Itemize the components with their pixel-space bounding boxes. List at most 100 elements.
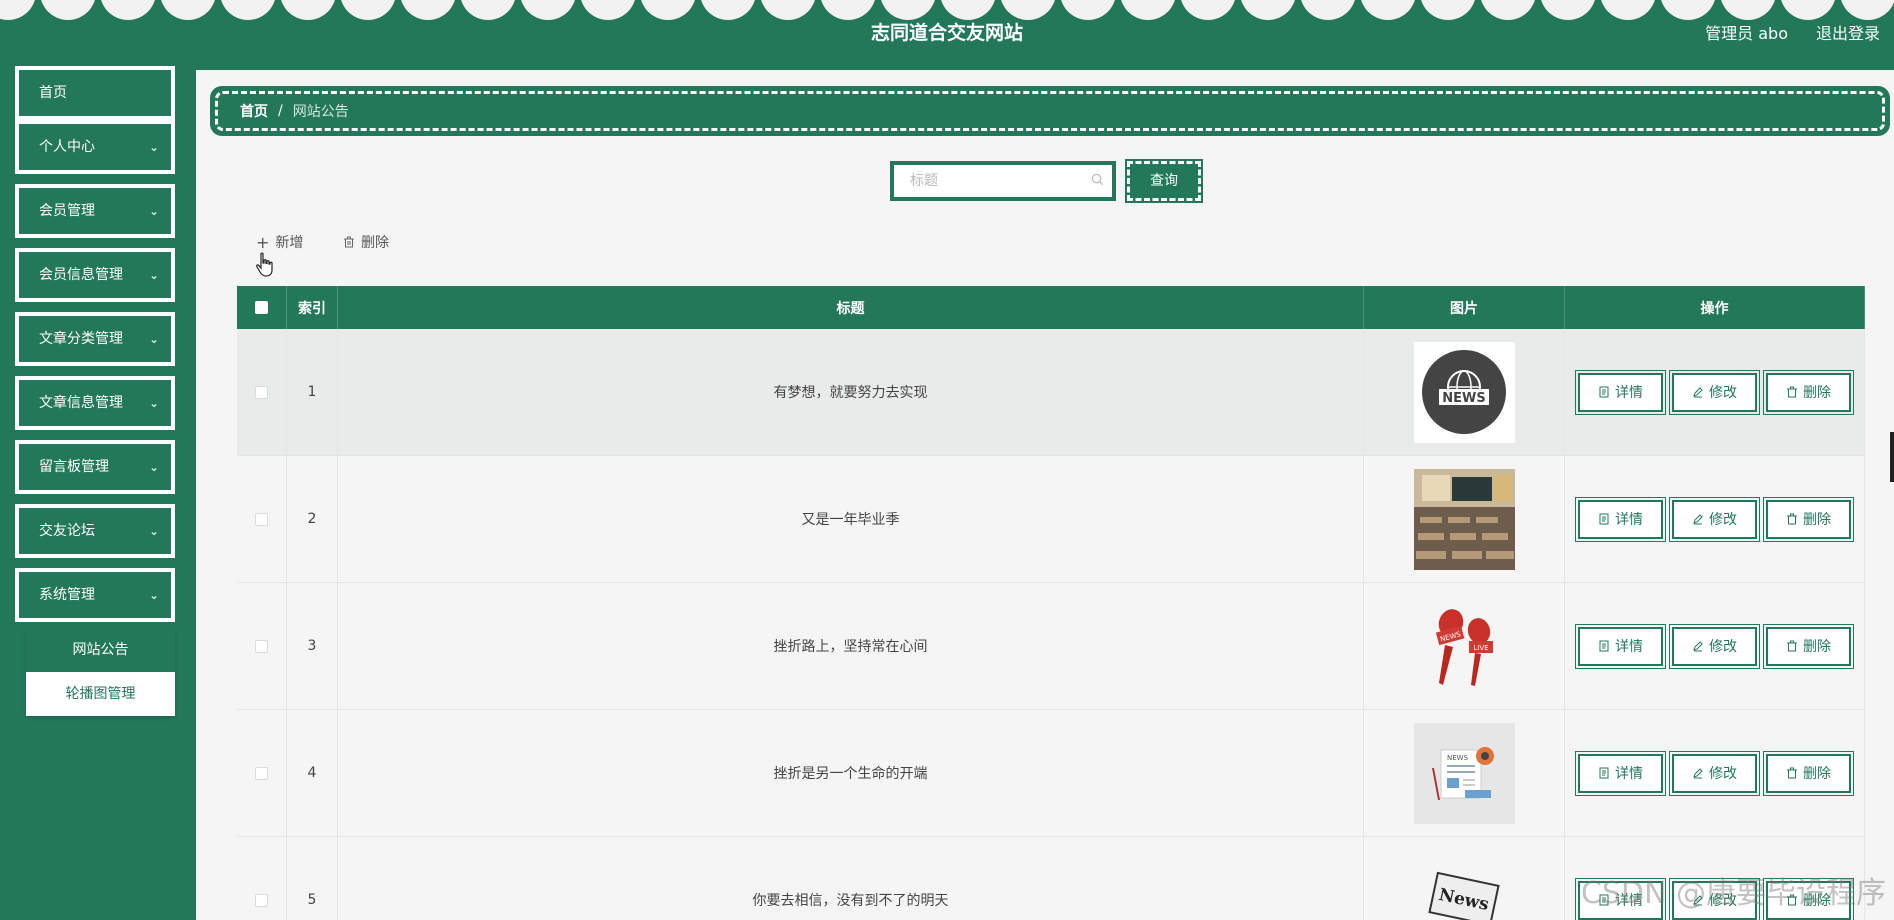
detail-button[interactable]: 详情 xyxy=(1575,623,1666,669)
row-checkbox[interactable] xyxy=(255,385,268,399)
edit-button[interactable]: 修改 xyxy=(1669,623,1760,669)
detail-button-label: 详情 xyxy=(1615,512,1643,528)
delete-button[interactable]: 删除 xyxy=(1763,750,1854,796)
pencil-icon xyxy=(1693,514,1703,525)
document-icon xyxy=(1599,640,1609,652)
row-title: 挫折路上，坚持常在心间 xyxy=(338,583,1364,709)
trash-icon xyxy=(1787,767,1797,779)
pencil-icon xyxy=(1693,387,1703,398)
header-scallop-decoration xyxy=(0,0,1894,20)
row-index: 3 xyxy=(287,583,338,709)
table-row: 2 又是一年毕业季 详情 修改 删除 xyxy=(237,456,1865,583)
top-header: 志同道合交友网站 管理员 abo 退出登录 xyxy=(0,0,1894,70)
document-icon xyxy=(1599,386,1609,398)
chevron-down-icon: ⌄ xyxy=(148,524,159,538)
breadcrumb-home-link[interactable]: 首页 xyxy=(240,101,268,121)
delete-button[interactable]: 删除 xyxy=(1763,369,1854,415)
sidebar-item-member-info-management[interactable]: 会员信息管理 ⌄ xyxy=(15,248,175,302)
delete-button-label: 删除 xyxy=(1803,639,1831,655)
sidebar-item-label: 个人中心 xyxy=(39,139,95,155)
row-checkbox[interactable] xyxy=(255,766,268,780)
edit-button[interactable]: 修改 xyxy=(1669,750,1760,796)
announcements-table: 索引 标题 图片 操作 1 有梦想，就要努力去实现 NEWS 详情 修改 删除 … xyxy=(237,286,1865,920)
detail-button-label: 详情 xyxy=(1615,639,1643,655)
detail-button-label: 详情 xyxy=(1615,385,1643,401)
delete-button[interactable]: 删除 xyxy=(1763,623,1854,669)
news-microphone-icon: NEWS LIVE xyxy=(1414,596,1515,697)
detail-button[interactable]: 详情 xyxy=(1575,496,1666,542)
sidebar-item-system-management[interactable]: 系统管理 ⌄ xyxy=(15,568,175,622)
sidebar-item-label: 会员信息管理 xyxy=(39,267,123,283)
column-header-image: 图片 xyxy=(1364,286,1565,329)
row-index: 2 xyxy=(287,456,338,582)
row-title: 挫折是另一个生命的开端 xyxy=(338,710,1364,836)
column-header-operations: 操作 xyxy=(1565,286,1865,329)
add-button[interactable]: + 新增 xyxy=(256,232,303,252)
chevron-down-icon: ⌄ xyxy=(148,332,159,346)
add-button-label: 新增 xyxy=(275,235,304,251)
trash-icon xyxy=(1787,513,1797,525)
query-button[interactable]: 查询 xyxy=(1125,159,1203,203)
delete-button-label: 删除 xyxy=(1803,385,1831,401)
column-header-index: 索引 xyxy=(287,286,338,329)
table-row: 4 挫折是另一个生命的开端 NEWS 详情 修改 删除 xyxy=(237,710,1865,837)
detail-button[interactable]: 详情 xyxy=(1575,750,1666,796)
chevron-down-icon: ⌄ xyxy=(148,396,159,410)
chevron-down-icon: ⌄ xyxy=(148,140,159,154)
delete-button[interactable]: 删除 xyxy=(1763,496,1854,542)
pencil-icon xyxy=(1693,641,1703,652)
sidebar-item-friend-forum[interactable]: 交友论坛 ⌄ xyxy=(15,504,175,558)
document-icon xyxy=(1599,513,1609,525)
sidebar-item-label: 文章信息管理 xyxy=(39,395,123,411)
edit-button[interactable]: 修改 xyxy=(1669,496,1760,542)
sidebar-item-article-category-management[interactable]: 文章分类管理 ⌄ xyxy=(15,312,175,366)
row-index: 1 xyxy=(287,329,338,455)
sidebar-item-member-management[interactable]: 会员管理 ⌄ xyxy=(15,184,175,238)
logout-link[interactable]: 退出登录 xyxy=(1816,20,1880,44)
site-title: 志同道合交友网站 xyxy=(870,22,1023,44)
table-header-row: 索引 标题 图片 操作 xyxy=(237,286,1865,329)
breadcrumb-separator: / xyxy=(278,103,283,119)
classroom-photo xyxy=(1413,468,1515,570)
row-title: 又是一年毕业季 xyxy=(338,456,1364,582)
sidebar-item-message-board-management[interactable]: 留言板管理 ⌄ xyxy=(15,440,175,494)
row-title: 有梦想，就要努力去实现 xyxy=(338,329,1364,455)
sidebar-item-personal-center[interactable]: 个人中心 ⌄ xyxy=(15,120,175,174)
chevron-down-icon: ⌄ xyxy=(148,588,159,602)
trash-icon xyxy=(344,236,354,248)
edit-button-label: 修改 xyxy=(1709,766,1737,782)
sidebar: 首页 个人中心 ⌄ 会员管理 ⌄ 会员信息管理 ⌄ 文章分类管理 ⌄ 文章信息管… xyxy=(0,66,196,920)
table-row: 1 有梦想，就要努力去实现 NEWS 详情 修改 删除 xyxy=(237,329,1865,456)
delete-button-label: 删除 xyxy=(361,235,389,251)
sidebar-item-home[interactable]: 首页 xyxy=(15,66,175,120)
hand-pointer-cursor-icon xyxy=(256,252,273,277)
chevron-down-icon: ⌄ xyxy=(148,204,159,218)
detail-button[interactable]: 详情 xyxy=(1575,369,1666,415)
sidebar-item-label: 会员管理 xyxy=(39,203,95,219)
scrollbar-indicator[interactable] xyxy=(1890,432,1894,482)
trash-icon xyxy=(1787,386,1797,398)
batch-delete-button[interactable]: 删除 xyxy=(343,232,389,252)
submenu-item-carousel-management[interactable]: 轮播图管理 xyxy=(26,672,175,716)
document-icon xyxy=(1599,767,1609,779)
select-all-checkbox[interactable] xyxy=(255,301,268,314)
admin-user-label: 管理员 abo xyxy=(1705,24,1788,43)
edit-button-label: 修改 xyxy=(1709,385,1737,401)
title-search-input[interactable] xyxy=(894,165,1112,197)
edit-button[interactable]: 修改 xyxy=(1669,369,1760,415)
sidebar-item-label: 首页 xyxy=(39,85,67,101)
watermark-text: CSDN @唐要毕设程序 xyxy=(1580,876,1886,911)
sidebar-item-label: 文章分类管理 xyxy=(39,331,123,347)
row-index: 5 xyxy=(287,837,338,920)
row-checkbox[interactable] xyxy=(255,893,268,907)
sidebar-item-article-info-management[interactable]: 文章信息管理 ⌄ xyxy=(15,376,175,430)
sidebar-item-label: 系统管理 xyxy=(39,587,95,603)
trash-icon xyxy=(1787,640,1797,652)
row-checkbox[interactable] xyxy=(255,639,268,653)
row-checkbox[interactable] xyxy=(255,512,268,526)
detail-button-label: 详情 xyxy=(1615,766,1643,782)
chevron-down-icon: ⌄ xyxy=(148,460,159,474)
row-title: 你要去相信，没有到不了的明天 xyxy=(338,837,1364,920)
breadcrumb: 首页 / 网站公告 xyxy=(210,86,1890,136)
submenu-item-announcements[interactable]: 网站公告 xyxy=(26,628,175,672)
